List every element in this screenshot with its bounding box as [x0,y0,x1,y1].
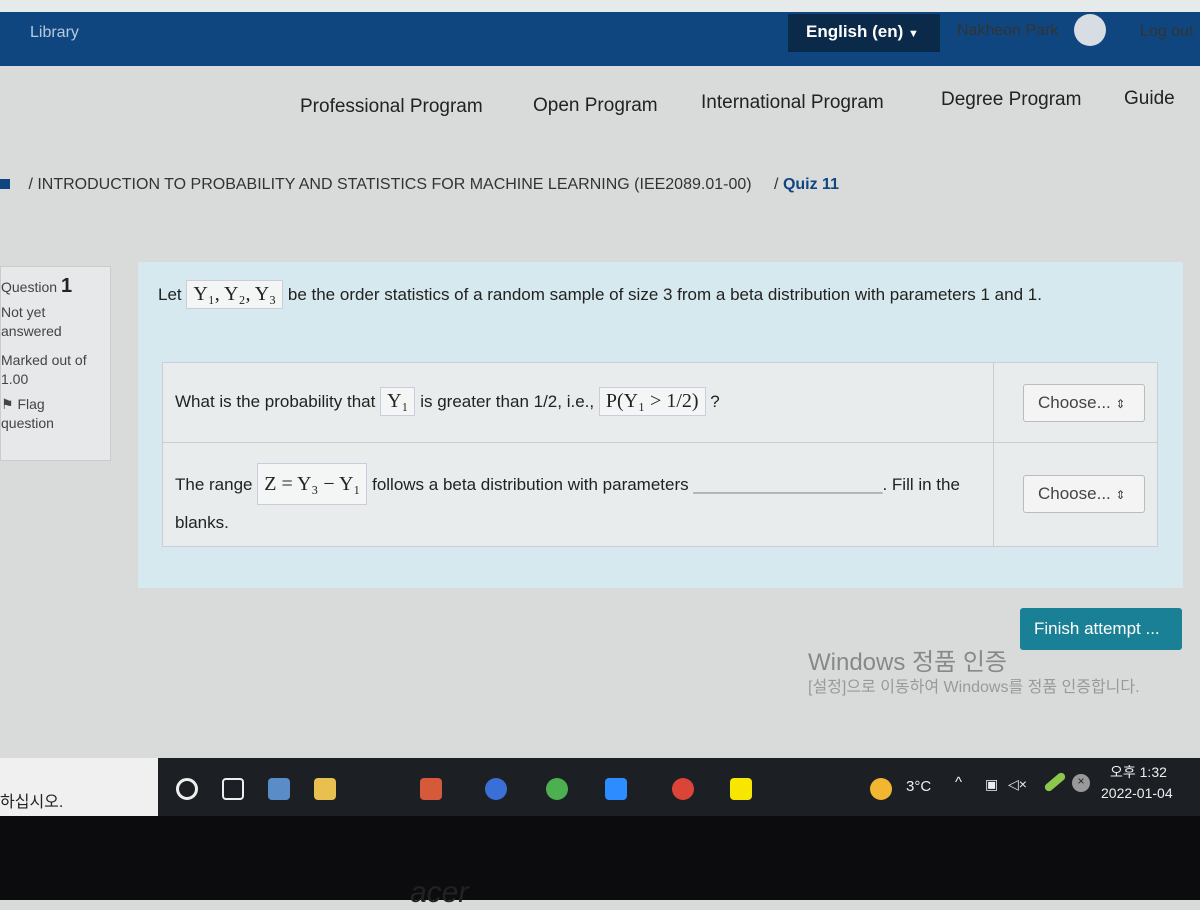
breadcrumb: / INTRODUCTION TO PROBABILITY AND STATIS… [0,176,839,194]
table-row: The range Z = Y₃ − Y₁ follows a beta dis… [163,443,1157,547]
matching-table: What is the probability that Y₁ is great… [162,362,1158,547]
breadcrumb-course[interactable]: / INTRODUCTION TO PROBABILITY AND STATIS… [28,176,751,193]
nav-professional[interactable]: Professional Program [300,96,483,118]
pen-icon[interactable] [1043,771,1067,793]
watermark-title: Windows 정품 인증 [808,649,1008,676]
nav-international[interactable]: International Program [701,92,884,114]
question-number: 1 [60,275,73,297]
updown-icon: ⇕ [1115,488,1126,502]
powerpoint-icon[interactable] [420,778,442,800]
task-view-icon[interactable] [222,778,244,800]
question-label: Question [1,279,58,295]
row2-blank: ____________________ [693,475,883,494]
row2-mid: follows a beta distribution with paramet… [372,475,689,494]
marked-out-of-label: Marked out of [1,352,87,368]
search-placeholder: 하십시오. [0,794,64,811]
finish-attempt-button[interactable]: Finish attempt ... [1020,608,1182,650]
answer-select-1[interactable]: Choose... ⇕ [1023,384,1145,422]
select-label: Choose... [1038,393,1111,412]
table-row: What is the probability that Y₁ is great… [163,363,1157,443]
math-vars: Y₁, Y₂, Y₃ [186,280,284,309]
zoom-icon[interactable] [605,778,627,800]
language-dropdown[interactable]: English (en) ▼ [788,14,940,52]
library-link[interactable]: Library [30,24,79,42]
breadcrumb-sep: / [774,176,779,193]
nav-guide[interactable]: Guide [1124,88,1175,110]
user-name[interactable]: Nakheon Park [957,22,1058,40]
chrome-icon[interactable] [546,778,568,800]
acer-logo: acer [410,876,469,909]
close-circle-icon[interactable]: × [1072,774,1090,792]
file-explorer-icon[interactable] [314,778,336,800]
app-icon[interactable] [268,778,290,800]
select-label: Choose... [1038,484,1111,503]
volume-muted-icon[interactable]: ◁× [1008,776,1027,793]
breadcrumb-current: Quiz 11 [782,176,839,193]
row1-expr: P(Y₁ > 1/2) [598,387,706,416]
laptop-bezel [0,816,1200,900]
language-label: English (en) [806,22,904,41]
answer-select-2[interactable]: Choose... ⇕ [1023,475,1145,513]
let-word: Let [158,285,182,304]
meet-icon[interactable]: ▣ [985,776,998,793]
kakaotalk-icon[interactable] [730,778,752,800]
clock-time[interactable]: 오후 1:32 [1110,762,1167,782]
clock-date[interactable]: 2022-01-04 [1101,785,1173,801]
chrome-icon[interactable] [672,778,694,800]
row2-text: The range [175,475,253,494]
row1-mid: is greater than 1/2, i.e., [420,392,595,411]
question-info: Question 1 Not yet answered Marked out o… [0,266,111,461]
question-status: Not yet answered [1,304,62,339]
tray-chevron-icon[interactable]: ^ [955,774,962,791]
flag-icon: ⚑ [1,396,14,412]
avatar[interactable] [1074,14,1106,46]
url-bar[interactable] [0,0,1200,12]
question-text: Let Y₁, Y₂, Y₃ be the order statistics o… [158,280,1042,309]
app-icon[interactable] [485,778,507,800]
watermark-text: [설정]으로 이동하여 Windows를 정품 인증합니다. [808,679,1140,696]
weather-icon[interactable] [870,778,892,800]
max-mark: 1.00 [1,371,29,387]
caret-down-icon: ▼ [908,28,919,40]
updown-icon: ⇕ [1115,397,1126,411]
row2-expr: Z = Y₃ − Y₁ [257,463,368,505]
nav-open[interactable]: Open Program [533,95,658,117]
taskbar-search[interactable]: 하십시오. [0,758,158,816]
nav-degree[interactable]: Degree Program [941,89,1081,111]
row1-post: ? [710,392,720,411]
cortana-icon[interactable] [176,778,198,800]
row1-text: What is the probability that [175,392,376,411]
question-sentence: be the order statistics of a random samp… [287,285,1042,304]
flag-question[interactable]: ⚑ Flag question [1,395,71,433]
row1-var: Y₁ [380,387,416,416]
home-icon[interactable] [0,179,10,189]
taskbar: 하십시오. 3°C ^ ▣ ◁× × 오후 1:32 2022-01-04 [0,758,1200,816]
temperature[interactable]: 3°C [906,778,931,795]
logout-link[interactable]: Log out [1140,23,1193,41]
